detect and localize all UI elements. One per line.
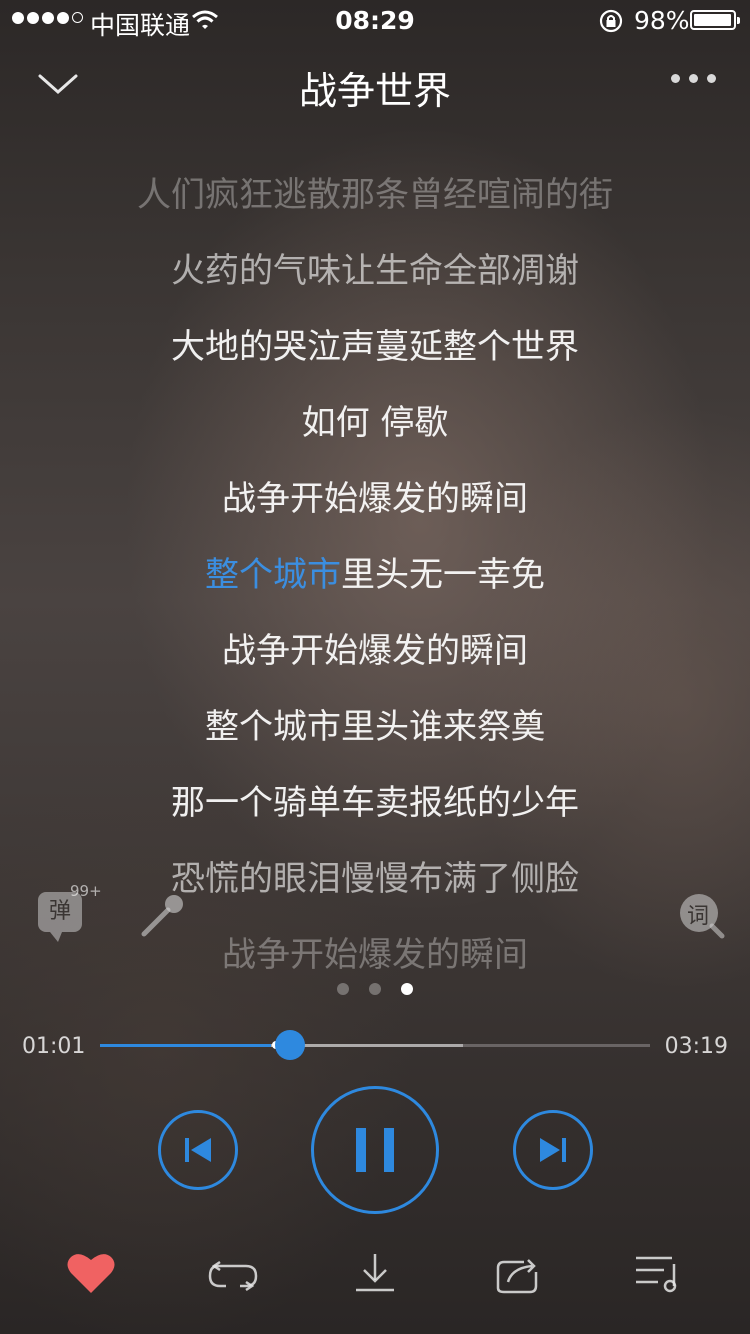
lyric-line-current: 整个城市里头无一幸免 [0, 540, 750, 616]
lyric-line: 大地的哭泣声蔓延整个世界 [171, 327, 579, 367]
pause-icon [356, 1128, 394, 1172]
played-bar [100, 1044, 271, 1047]
lyrics-search-button[interactable]: 词 [678, 892, 726, 944]
progress-thumb[interactable] [274, 1030, 305, 1060]
next-button[interactable] [513, 1110, 593, 1190]
lyrics-panel[interactable]: 人们疯狂逃散那条曾经喧闹的街 火药的气味让生命全部凋谢 大地的哭泣声蔓延整个世界… [0, 160, 750, 996]
repeat-icon [208, 1260, 258, 1292]
player-header: 战争世界 [0, 52, 750, 116]
previous-button[interactable] [158, 1110, 238, 1190]
lyric-line: 整个城市里头谁来祭奠 [205, 707, 545, 747]
lyrics-search-label: 词 [687, 904, 710, 929]
lyric-line: 那一个骑单车卖报纸的少年 [171, 783, 579, 823]
pause-button[interactable] [311, 1086, 439, 1214]
repeat-button[interactable] [206, 1250, 260, 1300]
song-title: 战争世界 [298, 69, 451, 113]
favorite-button[interactable] [66, 1250, 116, 1300]
microphone-icon [141, 895, 183, 937]
page-dot[interactable] [337, 983, 349, 995]
lyric-unsung-part: 里头无一幸免 [341, 555, 545, 595]
page-dot-active[interactable] [401, 983, 413, 995]
karaoke-button[interactable] [138, 892, 186, 944]
share-button[interactable] [494, 1250, 544, 1300]
heart-icon [67, 1254, 115, 1293]
playlist-icon [636, 1256, 677, 1293]
rotation-lock-icon [598, 8, 624, 40]
lyric-sung-part: 整个城市 [205, 555, 341, 595]
status-bar: 中国联通 08:29 98% [0, 0, 750, 40]
skip-next-icon [540, 1138, 566, 1162]
more-icon [671, 74, 680, 83]
lyric-line: 战争开始爆发的瞬间 [222, 631, 528, 671]
download-icon [356, 1254, 394, 1292]
lyric-line: 如何 停歇 [301, 403, 449, 443]
lyric-line: 人们疯狂逃散那条曾经喧闹的街 [137, 175, 613, 215]
lyric-line: 恐慌的眼泪慢慢布满了侧脸 [171, 859, 579, 899]
danmaku-count-badge: 99+ [70, 882, 102, 900]
progress-slider[interactable] [100, 1030, 650, 1060]
current-time: 01:01 [22, 1034, 86, 1059]
skip-previous-icon [185, 1138, 211, 1162]
battery-icon [690, 10, 740, 30]
battery-percent: 98% [634, 6, 690, 35]
total-time: 03:19 [664, 1034, 728, 1059]
lyric-line: 火药的气味让生命全部凋谢 [171, 251, 579, 291]
danmaku-button[interactable]: 弹 99+ [38, 882, 102, 942]
more-button[interactable] [671, 74, 716, 83]
lyric-line: 战争开始爆发的瞬间 [222, 479, 528, 519]
download-button[interactable] [350, 1250, 400, 1300]
share-icon [496, 1259, 538, 1294]
page-indicator[interactable] [0, 983, 750, 995]
page-dot[interactable] [369, 983, 381, 995]
playlist-button[interactable] [632, 1250, 684, 1300]
